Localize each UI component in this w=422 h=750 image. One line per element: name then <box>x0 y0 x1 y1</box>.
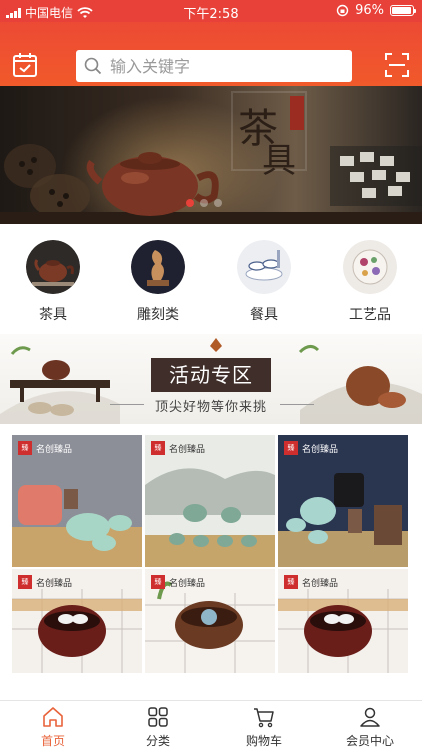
tab-label: 分类 <box>145 734 170 748</box>
grid-icon <box>148 707 168 727</box>
product-card[interactable]: 臻 名创臻品 <box>12 569 142 673</box>
brand-logo-icon: 臻 <box>151 575 165 589</box>
top-header <box>0 22 422 86</box>
tab-cart[interactable]: 购物车 <box>224 701 304 750</box>
brand-chip: 臻 名创臻品 <box>284 575 338 589</box>
home-page: 中国电信 下午2:58 96% 输入关键字 茶 具 茶具 雕刻类 餐具 工艺品 … <box>0 0 422 750</box>
carousel-dot[interactable] <box>214 199 222 207</box>
brand-logo-icon: 臻 <box>151 441 165 455</box>
scan-icon[interactable] <box>384 52 410 78</box>
product-image: 臻 名创臻品 <box>12 569 142 673</box>
product-image: 臻 名创臻品 <box>278 435 408 567</box>
promo-banner[interactable]: 活动专区 顶尖好物等你来挑 <box>0 334 422 424</box>
user-icon <box>360 707 380 727</box>
brand-name: 名创臻品 <box>302 578 339 589</box>
brand-chip: 臻 名创臻品 <box>284 441 338 455</box>
category-tableware[interactable]: 餐具 <box>224 234 304 324</box>
tab-member-center[interactable]: 会员中心 <box>330 701 410 750</box>
category-carving[interactable]: 雕刻类 <box>118 234 198 324</box>
product-card[interactable]: 臻 名创臻品 <box>278 435 408 567</box>
battery-fill <box>392 7 412 14</box>
brand-chip: 臻 名创臻品 <box>151 441 205 455</box>
tab-category[interactable]: 分类 <box>118 701 198 750</box>
category-label: 餐具 <box>250 307 278 323</box>
category-row: 茶具 雕刻类 餐具 工艺品 <box>0 234 422 326</box>
search-bar[interactable] <box>76 50 352 82</box>
category-crafts[interactable]: 工艺品 <box>330 234 410 324</box>
rotation-lock-icon <box>336 4 349 17</box>
carousel-dots <box>186 199 222 207</box>
category-label: 工艺品 <box>349 307 391 323</box>
status-right: 96% <box>336 3 416 18</box>
cart-icon <box>254 708 274 728</box>
brand-name: 名创臻品 <box>36 578 73 589</box>
brand-name: 名创臻品 <box>169 578 206 589</box>
teapot-icon <box>26 240 80 294</box>
calendar-check-icon[interactable] <box>12 52 38 78</box>
tab-label: 首页 <box>40 734 65 748</box>
brand-name: 名创臻品 <box>302 444 339 455</box>
product-card[interactable]: 臻 名创臻品 <box>12 435 142 567</box>
status-bar: 中国电信 下午2:58 96% <box>0 0 422 22</box>
product-image: 臻 名创臻品 <box>145 569 275 673</box>
promo-subtitle: 顶尖好物等你来挑 <box>154 400 267 415</box>
brand-name: 名创臻品 <box>36 444 73 455</box>
banner-carousel[interactable]: 茶 具 <box>0 86 422 224</box>
svg-text:具: 具 <box>262 141 296 181</box>
carving-icon <box>131 240 185 294</box>
carousel-dot[interactable] <box>186 199 194 207</box>
product-image: 臻 名创臻品 <box>145 435 275 567</box>
brand-chip: 臻 名创臻品 <box>18 575 72 589</box>
home-icon <box>43 707 63 727</box>
brand-logo-icon: 臻 <box>284 441 298 455</box>
promo-divider-right <box>280 404 314 405</box>
product-card[interactable]: 臻 名创臻品 <box>278 569 408 673</box>
category-label: 雕刻类 <box>137 307 179 323</box>
product-image: 臻 名创臻品 <box>278 569 408 673</box>
tab-label: 购物车 <box>245 734 282 748</box>
battery-percent: 96% <box>355 3 384 18</box>
product-grid: 臻 名创臻品 臻 名创臻品 臻 名创臻品 臻 名创臻品 臻 名创臻品 臻 名创臻… <box>12 435 410 697</box>
carousel-dot[interactable] <box>200 199 208 207</box>
crafts-icon <box>343 240 397 294</box>
brand-logo-icon: 臻 <box>18 441 32 455</box>
brand-name: 名创臻品 <box>169 444 206 455</box>
category-label: 茶具 <box>39 307 67 323</box>
category-teaware[interactable]: 茶具 <box>13 234 93 324</box>
promo-title: 活动专区 <box>151 358 271 392</box>
tab-label: 会员中心 <box>345 734 394 748</box>
battery-icon <box>390 5 416 16</box>
promo-divider-left <box>110 404 144 405</box>
search-input[interactable] <box>110 56 340 76</box>
product-image: 臻 名创臻品 <box>12 435 142 567</box>
brand-chip: 臻 名创臻品 <box>18 441 72 455</box>
tab-home[interactable]: 首页 <box>13 701 93 750</box>
brand-chip: 臻 名创臻品 <box>151 575 205 589</box>
tableware-icon <box>237 240 291 294</box>
product-card[interactable]: 臻 名创臻品 <box>145 435 275 567</box>
product-card[interactable]: 臻 名创臻品 <box>145 569 275 673</box>
bottom-tab-bar: 首页 分类 购物车 会员中心 <box>0 700 422 750</box>
brand-logo-icon: 臻 <box>18 575 32 589</box>
search-icon <box>84 57 102 75</box>
brand-logo-icon: 臻 <box>284 575 298 589</box>
